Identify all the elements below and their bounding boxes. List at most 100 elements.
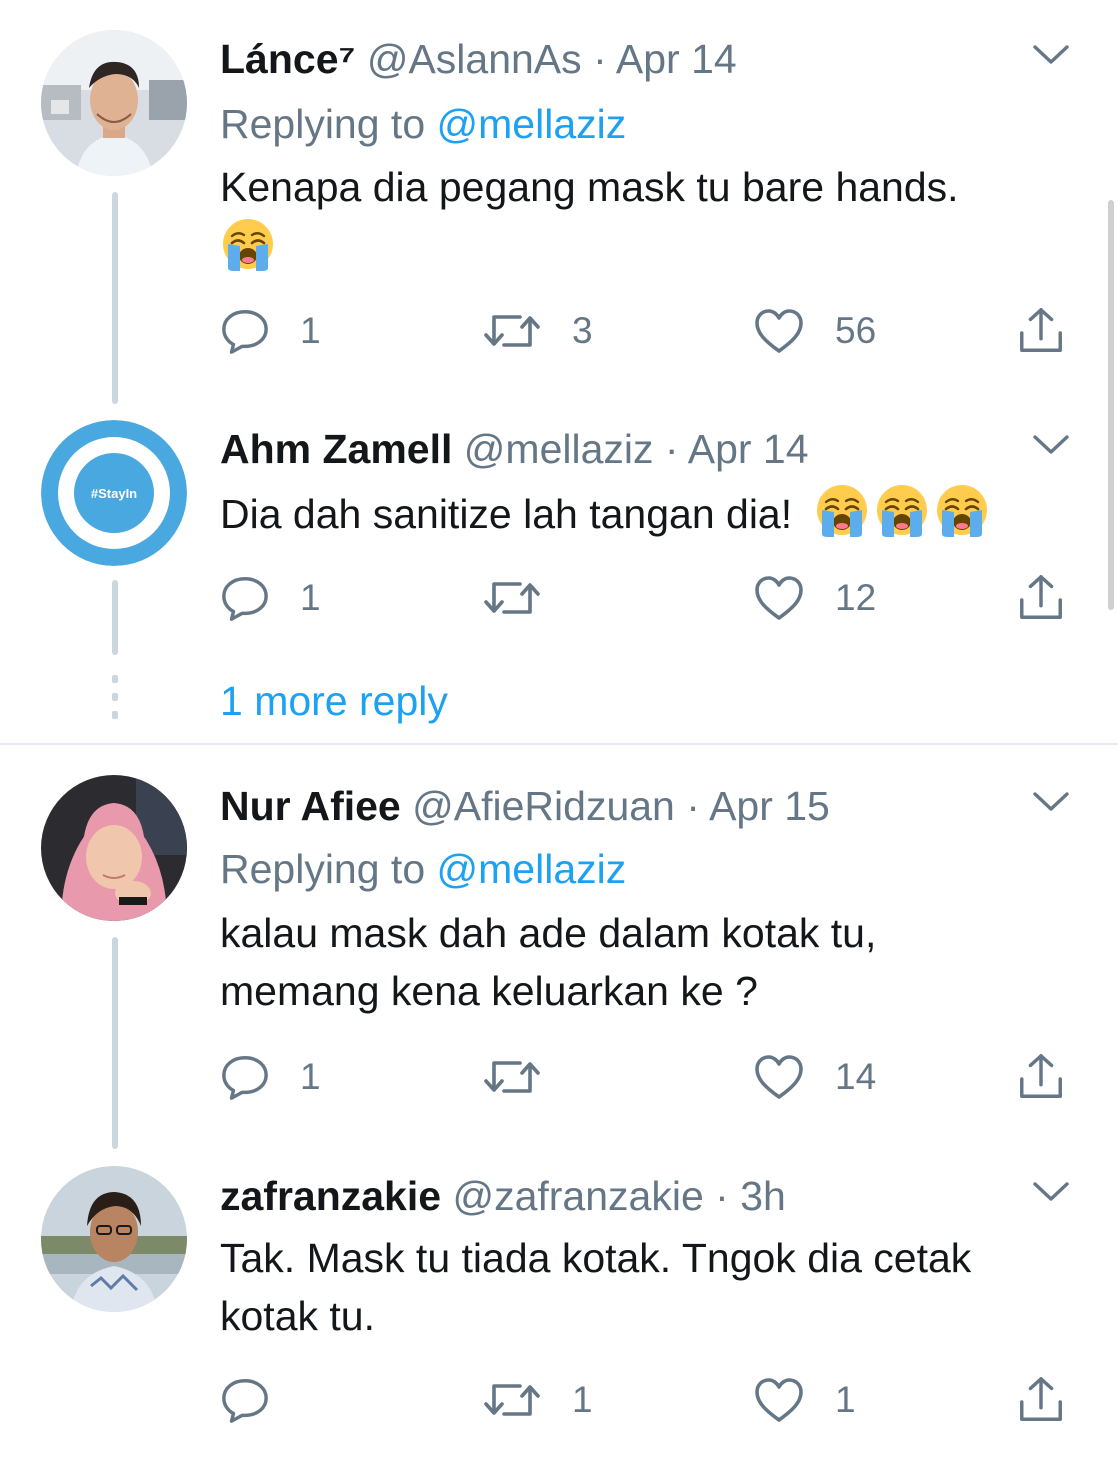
tweet-text-line: kotak tu. (220, 1293, 375, 1339)
replying-to-link[interactable]: @mellaziz (437, 846, 627, 892)
reply-button[interactable]: 1 (220, 1047, 321, 1107)
reply-count: 1 (300, 310, 321, 351)
tweet-text-line: Tak. Mask tu tiada kotak. Tngok dia ceta… (220, 1235, 972, 1281)
reply-button[interactable]: 1 (220, 568, 321, 628)
like-count: 14 (835, 1056, 877, 1097)
share-button[interactable] (1016, 1370, 1066, 1430)
reply-count: 1 (300, 1056, 321, 1097)
separator: · (593, 36, 607, 82)
tweet-text: Dia dah sanitize lah tangan dia! (220, 482, 1070, 543)
like-icon (753, 1376, 805, 1424)
thread-dots (112, 675, 118, 725)
separator: · (686, 783, 700, 829)
handle[interactable]: @mellaziz (464, 426, 654, 472)
reply-button[interactable] (220, 1370, 300, 1430)
avatar[interactable] (41, 1166, 187, 1312)
handle[interactable]: @AslannAs (367, 36, 582, 82)
retweet-button[interactable] (482, 1047, 572, 1107)
like-count: 56 (835, 310, 877, 351)
replying-to-link[interactable]: @mellaziz (437, 101, 627, 147)
replying-to: Replying to @mellaziz (220, 100, 626, 148)
retweet-button[interactable] (482, 568, 572, 628)
tweet-actions: 1 14 (220, 1047, 1070, 1107)
share-button[interactable] (1016, 301, 1066, 361)
replying-to: Replying to @mellaziz (220, 845, 626, 893)
timestamp[interactable]: Apr 15 (709, 783, 830, 829)
thread-line (112, 192, 118, 404)
separator: · (715, 1173, 729, 1219)
avatar[interactable] (41, 775, 187, 921)
reply-icon (220, 1375, 270, 1425)
separator: · (664, 426, 679, 472)
like-icon (753, 574, 805, 622)
caret-down-icon[interactable] (1032, 433, 1070, 457)
tweet-header: zafranzakie @zafranzakie · 3h (220, 1172, 786, 1220)
tweet-header: Ahm Zamell @mellaziz · Apr 14 (220, 425, 809, 473)
display-name[interactable]: Ahm Zamell (220, 426, 452, 472)
loudly-crying-face-icon (814, 482, 870, 538)
tweet-text-line: memang kena keluarkan ke ? (220, 968, 758, 1014)
tweet-3[interactable]: Nur Afiee @AfieRidzuan · Apr 15 Replying… (0, 745, 1118, 1150)
tweet-text: Kenapa dia pegang mask tu bare hands. (220, 158, 1070, 277)
tweet-text: kalau mask dah ade dalam kotak tu, meman… (220, 904, 1070, 1020)
caret-down-icon[interactable] (1032, 790, 1070, 814)
more-replies-link[interactable]: 1 more reply (220, 677, 448, 725)
handle[interactable]: @zafranzakie (452, 1173, 703, 1219)
share-button[interactable] (1016, 1047, 1066, 1107)
caret-down-icon[interactable] (1032, 1180, 1070, 1204)
share-icon (1016, 1052, 1066, 1102)
timestamp[interactable]: 3h (740, 1173, 786, 1219)
display-name[interactable]: Nur Afiee (220, 783, 401, 829)
reply-icon (220, 306, 270, 356)
reply-icon (220, 573, 270, 623)
loudly-crying-face-icon (874, 482, 930, 538)
tweet-2[interactable]: #StayIn Ahm Zamell @mellaziz · Apr 14 Di… (0, 415, 1118, 745)
share-icon (1016, 306, 1066, 356)
tweet-actions: 1 3 56 (220, 301, 1070, 361)
thread-line (112, 580, 118, 655)
avatar[interactable] (41, 30, 187, 176)
timestamp[interactable]: Apr 14 (688, 426, 809, 472)
display-name[interactable]: Lánce⁷ (220, 36, 355, 82)
display-name[interactable]: zafranzakie (220, 1173, 441, 1219)
share-button[interactable] (1016, 568, 1066, 628)
retweet-icon (482, 1055, 542, 1099)
retweet-count: 1 (572, 1379, 593, 1420)
like-icon (753, 307, 805, 355)
thread-line (112, 937, 118, 1149)
reply-button[interactable]: 1 (220, 301, 321, 361)
replying-prefix: Replying to (220, 846, 426, 892)
retweet-icon (482, 309, 542, 353)
retweet-icon (482, 576, 542, 620)
reply-icon (220, 1052, 270, 1102)
tweet-text: Tak. Mask tu tiada kotak. Tngok dia ceta… (220, 1229, 1070, 1345)
loudly-crying-face-icon (934, 482, 990, 538)
like-count: 12 (835, 577, 877, 618)
reply-count: 1 (300, 577, 321, 618)
retweet-button[interactable]: 3 (482, 301, 593, 361)
share-icon (1016, 573, 1066, 623)
retweet-button[interactable]: 1 (482, 1370, 593, 1430)
tweet-1[interactable]: Lánce⁷ @AslannAs · Apr 14 Replying to @m… (0, 0, 1118, 405)
share-icon (1016, 1375, 1066, 1425)
loudly-crying-face-icon (220, 216, 276, 272)
timestamp[interactable]: Apr 14 (616, 36, 737, 82)
like-button[interactable]: 1 (753, 1370, 856, 1430)
tweet-actions: 1 1 (220, 1370, 1070, 1430)
like-button[interactable]: 14 (753, 1047, 876, 1107)
tweet-4[interactable]: zafranzakie @zafranzakie · 3h Tak. Mask … (0, 1160, 1118, 1458)
tweet-text-line: kalau mask dah ade dalam kotak tu, (220, 910, 877, 956)
like-count: 1 (835, 1379, 856, 1420)
like-icon (753, 1053, 805, 1101)
tweet-actions: 1 12 (220, 568, 1070, 628)
like-button[interactable]: 56 (753, 301, 876, 361)
retweet-icon (482, 1378, 542, 1422)
avatar-label: #StayIn (91, 486, 137, 501)
avatar[interactable]: #StayIn (41, 420, 187, 566)
retweet-count: 3 (572, 310, 593, 351)
handle[interactable]: @AfieRidzuan (412, 783, 675, 829)
like-button[interactable]: 12 (753, 568, 876, 628)
tweet-header: Lánce⁷ @AslannAs · Apr 14 (220, 35, 737, 83)
caret-down-icon[interactable] (1032, 43, 1070, 67)
tweet-header: Nur Afiee @AfieRidzuan · Apr 15 (220, 782, 830, 830)
